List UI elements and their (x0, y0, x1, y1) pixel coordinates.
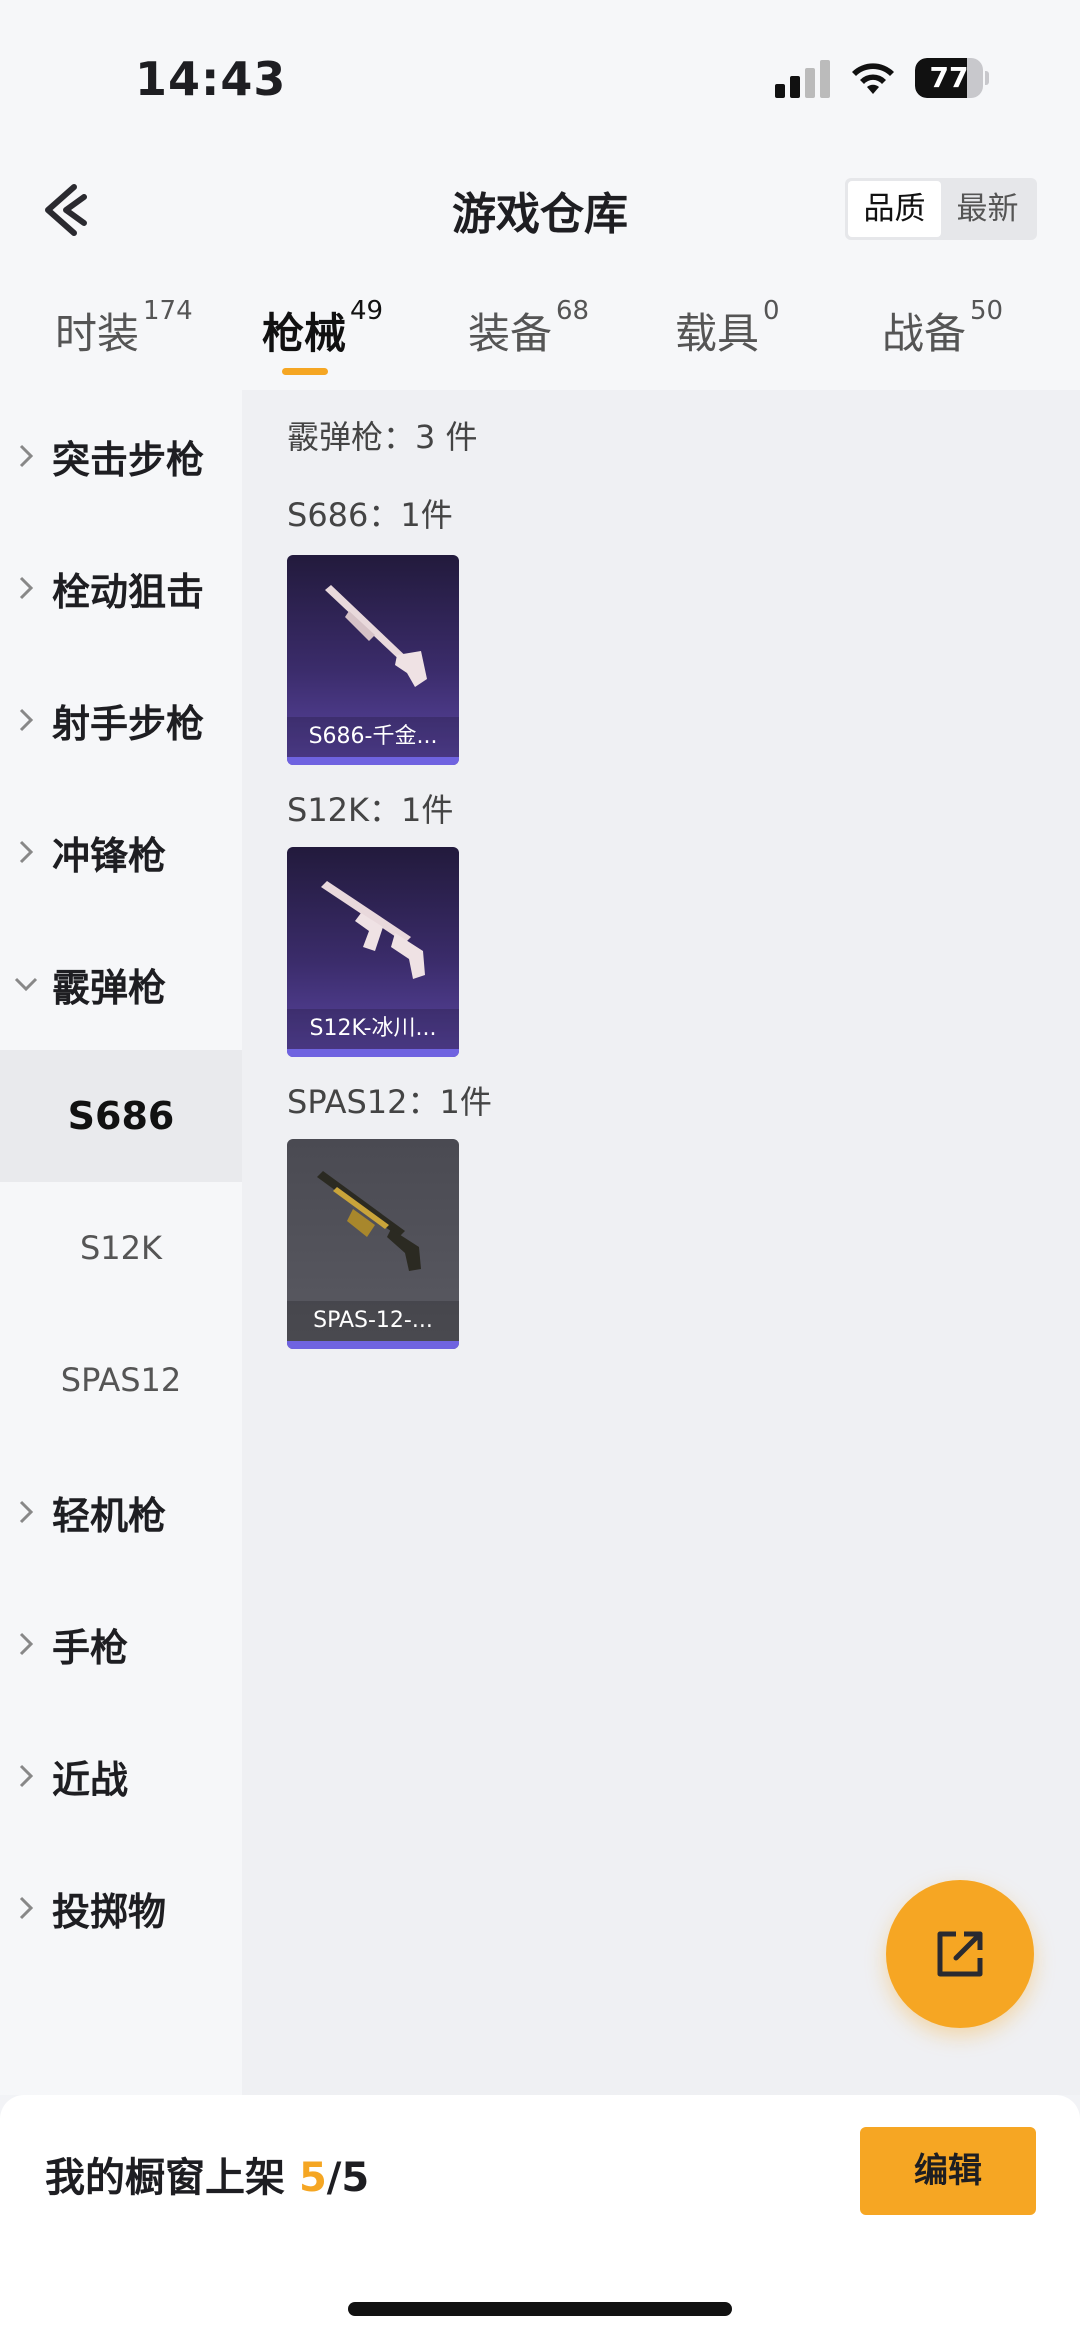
sidebar-item-label: 冲锋枪 (52, 833, 167, 878)
rarity-bar (287, 757, 459, 765)
wifi-icon (852, 63, 894, 94)
shotgun-image (325, 585, 427, 687)
sidebar-item-smg[interactable]: 冲锋枪 (0, 786, 242, 918)
chevron-right-icon (19, 1632, 34, 1656)
chevron-right-icon (19, 1764, 34, 1788)
chevron-down-icon (14, 977, 38, 992)
sidebar-item-marksman-rifle[interactable]: 射手步枪 (0, 654, 242, 786)
sidebar-item-label: 手枪 (52, 1625, 129, 1670)
showcase-label-text: 我的橱窗上架 (45, 2155, 299, 2201)
active-tab-indicator (282, 368, 328, 375)
sidebar-item-pistol[interactable]: 手枪 (0, 1578, 242, 1710)
sidebar-item-melee[interactable]: 近战 (0, 1710, 242, 1842)
tab-count: 174 (143, 296, 193, 326)
category-summary: 霰弹枪：3 件 (287, 418, 478, 456)
group-title: S12K：1件 (287, 791, 454, 829)
sidebar-item-bolt-sniper[interactable]: 栓动狙击 (0, 522, 242, 654)
group-title: SPAS12：1件 (287, 1083, 492, 1121)
category-tabs: 时装 174 枪械 49 装备 68 载具 0 战备 50 (0, 270, 1080, 390)
tab-supplies[interactable]: 战备 50 (882, 296, 1003, 361)
chevron-right-icon (19, 1896, 34, 1920)
sidebar-item-label: 轻机枪 (52, 1493, 167, 1538)
sidebar-item-label: 突击步枪 (52, 437, 205, 482)
sidebar: 突击步枪 栓动狙击 射手步枪 冲锋枪 霰弹枪 S686 S12K SPAS12 … (0, 390, 242, 2095)
sidebar-subitem-s12k[interactable]: S12K (0, 1182, 242, 1314)
tab-label: 枪械 (262, 309, 347, 358)
sidebar-item-label: 投掷物 (52, 1889, 167, 1934)
item-name: S12K-冰川... (287, 1009, 459, 1049)
sidebar-item-shotgun[interactable]: 霰弹枪 (0, 918, 242, 1050)
sidebar-item-lmg[interactable]: 轻机枪 (0, 1446, 242, 1578)
chevron-right-icon (19, 840, 34, 864)
tab-count: 68 (556, 296, 590, 326)
status-bar: 14:43 77 (0, 0, 1080, 150)
chevron-right-icon (19, 708, 34, 732)
sidebar-subitem-spas12[interactable]: SPAS12 (0, 1314, 242, 1446)
sidebar-subitem-s686[interactable]: S686 (0, 1050, 242, 1182)
tab-label: 时装 (55, 309, 140, 358)
sidebar-item-label: 栓动狙击 (52, 569, 205, 614)
sort-toggle[interactable]: 品质 最新 (845, 178, 1037, 240)
tab-label: 装备 (468, 309, 553, 358)
tab-vehicles[interactable]: 载具 0 (675, 296, 780, 361)
tab-fashion[interactable]: 时装 174 (55, 296, 193, 361)
tab-label: 载具 (675, 309, 760, 358)
sidebar-item-label: 近战 (52, 1757, 129, 1802)
tab-guns[interactable]: 枪械 49 (262, 296, 383, 361)
cellular-signal-icon (775, 60, 830, 98)
group-title: S686：1件 (287, 496, 453, 534)
share-external-icon (937, 1931, 983, 1977)
rarity-bar (287, 1049, 459, 1057)
sidebar-item-label: 霰弹枪 (52, 965, 167, 1010)
chevron-right-icon (19, 1500, 34, 1524)
tab-count: 49 (350, 296, 384, 326)
home-indicator (348, 2302, 732, 2316)
shotgun-image (317, 1171, 421, 1271)
share-button[interactable] (886, 1880, 1034, 2028)
showcase-total: /5 (326, 2155, 370, 2201)
showcase-count: 5 (298, 2155, 327, 2201)
page-header: 游戏仓库 品质 最新 (0, 150, 1080, 270)
showcase-label: 我的橱窗上架 5/5 (45, 2145, 369, 2203)
item-card-s686[interactable]: S686-千金... (287, 555, 459, 765)
edit-button[interactable]: 编辑 (860, 2127, 1036, 2215)
chevron-right-icon (19, 576, 34, 600)
sidebar-item-assault-rifle[interactable]: 突击步枪 (0, 390, 242, 522)
rarity-bar (287, 1341, 459, 1349)
item-list: 霰弹枪：3 件 S686：1件 S686-千金... S12K：1件 S12K-… (242, 390, 1080, 2095)
item-card-s12k[interactable]: S12K-冰川... (287, 847, 459, 1057)
shotgun-image (321, 881, 425, 979)
tab-label: 战备 (882, 309, 967, 358)
status-time: 14:43 (135, 52, 287, 106)
tab-equipment[interactable]: 装备 68 (468, 296, 589, 361)
sidebar-item-label: 射手步枪 (52, 701, 205, 746)
item-name: S686-千金... (287, 717, 459, 757)
tab-count: 50 (970, 296, 1004, 326)
item-card-spas12[interactable]: SPAS-12-... (287, 1139, 459, 1349)
battery-percent: 77 (929, 61, 969, 94)
battery-icon: 77 (915, 58, 989, 98)
sidebar-item-throwable[interactable]: 投掷物 (0, 1842, 242, 1974)
sort-option-newest[interactable]: 最新 (941, 181, 1034, 237)
chevron-right-icon (19, 444, 34, 468)
item-name: SPAS-12-... (287, 1301, 459, 1341)
tab-count: 0 (763, 296, 780, 326)
sort-option-quality[interactable]: 品质 (848, 181, 941, 237)
